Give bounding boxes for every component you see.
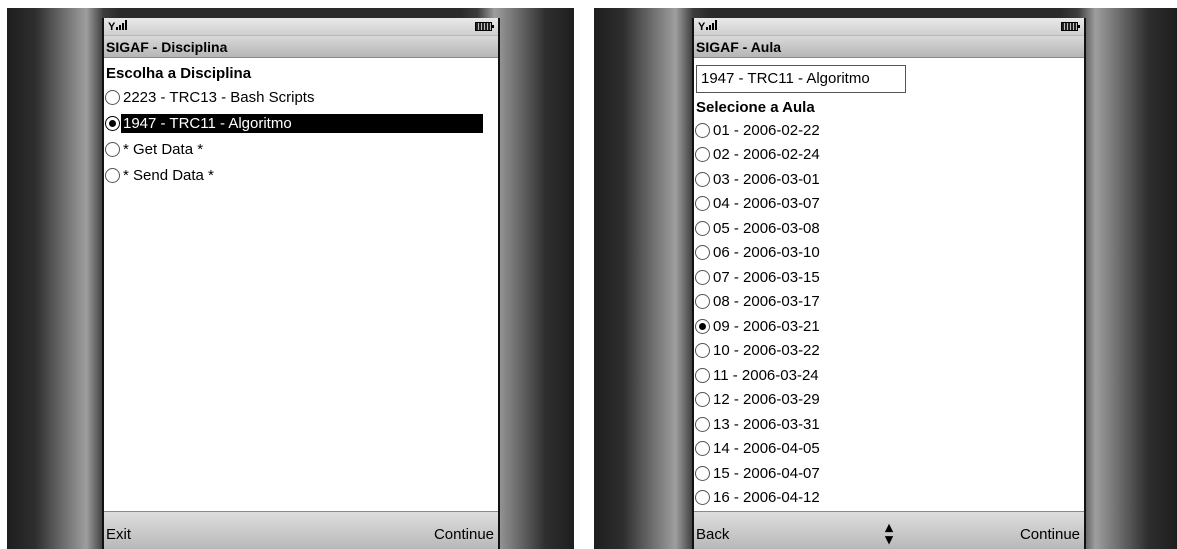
radio-option[interactable]: 13 - 2006-03-31 <box>694 412 1084 437</box>
option-label: 04 - 2006-03-07 <box>713 195 820 213</box>
option-label: 14 - 2006-04-05 <box>713 440 820 458</box>
option-label: 02 - 2006-02-24 <box>713 146 820 164</box>
radio-checked-icon[interactable] <box>105 115 120 131</box>
continue-softkey[interactable]: Continue <box>434 526 494 543</box>
radio-unchecked-icon[interactable] <box>105 167 120 183</box>
radio-option[interactable]: 10 - 2006-03-22 <box>694 339 1084 364</box>
softkey-bar: Back ▴ ▾ Continue <box>694 511 1084 549</box>
radio-option[interactable]: 12 - 2006-03-29 <box>694 388 1084 413</box>
option-label: 1947 - TRC11 - Algoritmo <box>121 113 483 133</box>
signal-strength-icon: Y <box>108 20 148 33</box>
screen-title: SIGAF - Disciplina <box>104 36 498 58</box>
status-bar: Y <box>694 18 1084 36</box>
signal-strength-icon: Y <box>698 20 738 33</box>
radio-unchecked-icon[interactable] <box>695 465 710 481</box>
radio-unchecked-icon[interactable] <box>695 367 710 383</box>
option-label: 09 - 2006-03-21 <box>713 317 820 335</box>
disciplina-list: Escolha a Disciplina 2223 - TRC13 - Bash… <box>104 59 498 511</box>
radio-unchecked-icon[interactable] <box>695 171 710 187</box>
list-heading: Escolha a Disciplina <box>106 65 252 82</box>
radio-option[interactable]: * Get Data * <box>104 136 498 162</box>
radio-option[interactable]: 02 - 2006-02-24 <box>694 143 1084 168</box>
option-label: * Send Data * <box>123 166 214 184</box>
radio-option[interactable]: 2223 - TRC13 - Bash Scripts <box>104 84 498 110</box>
option-label: 16 - 2006-04-12 <box>713 489 820 507</box>
radio-unchecked-icon[interactable] <box>695 269 710 285</box>
option-label: 10 - 2006-03-22 <box>713 342 820 360</box>
radio-unchecked-icon[interactable] <box>695 147 710 163</box>
screen-aula: Y SIGAF - Aula 1947 - TRC11 - Algoritmo … <box>692 18 1086 549</box>
continue-softkey[interactable]: Continue <box>1020 526 1080 543</box>
screen-title: SIGAF - Aula <box>694 36 1084 58</box>
radio-unchecked-icon[interactable] <box>105 89 120 105</box>
radio-unchecked-icon[interactable] <box>695 416 710 432</box>
up-down-arrow-icon: ▴ ▾ <box>885 519 893 548</box>
option-label: 07 - 2006-03-15 <box>713 268 820 286</box>
option-label: * Get Data * <box>123 140 204 158</box>
status-bar: Y <box>104 18 498 36</box>
radio-unchecked-icon[interactable] <box>695 196 710 212</box>
option-label: 13 - 2006-03-31 <box>713 415 820 433</box>
radio-option[interactable]: 05 - 2006-03-08 <box>694 216 1084 241</box>
radio-unchecked-icon[interactable] <box>695 441 710 457</box>
option-label: 08 - 2006-03-17 <box>713 293 820 311</box>
option-label: 05 - 2006-03-08 <box>713 219 820 237</box>
screen-disciplina: Y SIGAF - Disciplina Escolha a Disciplin… <box>102 18 500 549</box>
option-label: 12 - 2006-03-29 <box>713 391 820 409</box>
radio-option[interactable]: * Send Data * <box>104 162 498 188</box>
radio-option[interactable]: 06 - 2006-03-10 <box>694 241 1084 266</box>
radio-option[interactable]: 03 - 2006-03-01 <box>694 167 1084 192</box>
list-heading: Selecione a Aula <box>696 99 815 116</box>
aula-list: 1947 - TRC11 - Algoritmo Selecione a Aul… <box>694 59 1084 511</box>
radio-option[interactable]: 11 - 2006-03-24 <box>694 363 1084 388</box>
option-label: 15 - 2006-04-07 <box>713 464 820 482</box>
radio-unchecked-icon[interactable] <box>695 490 710 506</box>
option-label: 01 - 2006-02-22 <box>713 121 820 139</box>
disciplina-field[interactable]: 1947 - TRC11 - Algoritmo <box>696 65 906 93</box>
option-label: 03 - 2006-03-01 <box>713 170 820 188</box>
radio-unchecked-icon[interactable] <box>105 141 120 157</box>
phone-left: Y SIGAF - Disciplina Escolha a Disciplin… <box>7 8 574 549</box>
radio-option-selected[interactable]: 09 - 2006-03-21 <box>694 314 1084 339</box>
exit-softkey[interactable]: Exit <box>106 526 131 543</box>
radio-unchecked-icon[interactable] <box>695 343 710 359</box>
radio-option-selected[interactable]: 1947 - TRC11 - Algoritmo <box>104 110 498 136</box>
back-softkey[interactable]: Back <box>696 526 729 543</box>
radio-option[interactable]: 16 - 2006-04-12 <box>694 486 1084 511</box>
radio-option[interactable]: 01 - 2006-02-22 <box>694 118 1084 143</box>
phone-right: Y SIGAF - Aula 1947 - TRC11 - Algoritmo … <box>594 8 1177 549</box>
option-label: 2223 - TRC13 - Bash Scripts <box>123 88 315 106</box>
battery-icon <box>475 22 494 31</box>
softkey-bar: Exit Continue <box>104 511 498 549</box>
radio-option[interactable]: 08 - 2006-03-17 <box>694 290 1084 315</box>
option-label: 06 - 2006-03-10 <box>713 244 820 262</box>
radio-unchecked-icon[interactable] <box>695 220 710 236</box>
radio-unchecked-icon[interactable] <box>695 294 710 310</box>
radio-option[interactable]: 14 - 2006-04-05 <box>694 437 1084 462</box>
radio-checked-icon[interactable] <box>695 318 710 334</box>
radio-unchecked-icon[interactable] <box>695 122 710 138</box>
radio-option[interactable]: 04 - 2006-03-07 <box>694 192 1084 217</box>
battery-icon <box>1061 22 1080 31</box>
radio-unchecked-icon[interactable] <box>695 392 710 408</box>
radio-option[interactable]: 07 - 2006-03-15 <box>694 265 1084 290</box>
radio-option[interactable]: 15 - 2006-04-07 <box>694 461 1084 486</box>
option-label: 11 - 2006-03-24 <box>713 366 819 384</box>
radio-unchecked-icon[interactable] <box>695 245 710 261</box>
